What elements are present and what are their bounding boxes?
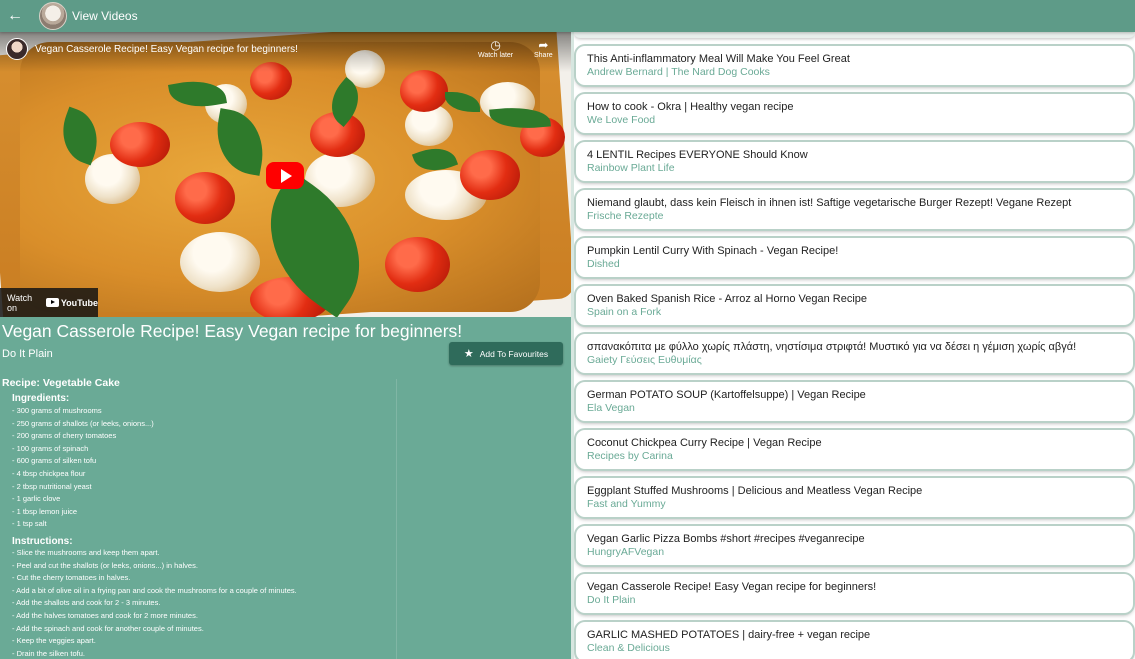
play-icon[interactable] [266, 162, 304, 189]
video-channel: Do It Plain [2, 348, 53, 360]
ingredient-item: - 250 grams of shallots (or leeks, onion… [12, 418, 154, 428]
video-description: Recipe: Vegetable Cake Ingredients: - 30… [0, 375, 571, 659]
video-list-item[interactable]: Coconut Chickpea Curry Recipe | Vegan Re… [576, 430, 1133, 469]
list-top-card-edge [574, 32, 1135, 38]
back-arrow-icon[interactable]: ← [0, 0, 30, 32]
video-list-item[interactable]: Oven Baked Spanish Rice - Arroz al Horno… [576, 286, 1133, 325]
youtube-logo-text: YouTube [60, 297, 98, 308]
video-list-item-title: How to cook - Okra | Healthy vegan recip… [587, 101, 794, 113]
video-list-item-channel: Do It Plain [587, 594, 636, 606]
food-tomato [460, 150, 520, 200]
video-list-item[interactable]: How to cook - Okra | Healthy vegan recip… [576, 94, 1133, 133]
video-list-item[interactable]: Vegan Casserole Recipe! Easy Vegan recip… [576, 574, 1133, 613]
share-label: Share [534, 52, 553, 59]
video-title: Vegan Casserole Recipe! Easy Vegan recip… [2, 321, 463, 341]
video-player[interactable]: Vegan Casserole Recipe! Easy Vegan recip… [0, 32, 571, 317]
app-bar: ← View Videos [0, 0, 1135, 32]
video-list-item-channel: Rainbow Plant Life [587, 162, 675, 174]
video-list-item[interactable]: Eggplant Stuffed Mushrooms | Delicious a… [576, 478, 1133, 517]
video-list-item[interactable]: German POTATO SOUP (Kartoffelsuppe) | Ve… [576, 382, 1133, 421]
video-list-item-title: German POTATO SOUP (Kartoffelsuppe) | Ve… [587, 389, 866, 401]
video-overlay-title[interactable]: Vegan Casserole Recipe! Easy Vegan recip… [35, 44, 298, 55]
ingredient-item: - 300 grams of mushrooms [12, 406, 102, 415]
ingredient-item: - 100 grams of spinach [12, 443, 89, 453]
video-list-item-channel: Clean & Delicious [587, 642, 670, 654]
add-to-favourites-button[interactable]: ★ Add To Favourites [449, 342, 563, 365]
food-tomato [385, 237, 450, 292]
ingredient-item: - 600 grams of silken tofu [12, 456, 97, 466]
ingredient-item: - 2 tbsp nutritional yeast [12, 481, 92, 491]
ingredient-item: - 4 tbsp chickpea flour [12, 468, 86, 478]
description-divider [396, 379, 397, 659]
video-list-item-channel: HungryAFVegan [587, 546, 665, 558]
instruction-item: - Add the shallots and cook for 2 - 3 mi… [12, 598, 161, 608]
video-list[interactable]: This Anti-inflammatory Meal Will Make Yo… [574, 32, 1135, 659]
video-list-item-title: Eggplant Stuffed Mushrooms | Delicious a… [587, 485, 923, 497]
video-list-item-channel: Ela Vegan [587, 402, 635, 414]
watch-on-youtube-button[interactable]: Watch on YouTube [0, 288, 98, 317]
instructions-list: - Slice the mushrooms and keep them apar… [12, 547, 297, 659]
video-list-item-channel: Gaiety Γεύσεις Ευθυμίας [587, 354, 702, 366]
video-list-item[interactable]: σπανακόπιτα με φύλλο χωρίς πλάστη, νηστί… [576, 334, 1133, 373]
instruction-item: - Add the halves tomatoes and cook for 2… [12, 610, 198, 620]
video-list-item-title: 4 LENTIL Recipes EVERYONE Should Know [587, 149, 808, 161]
video-list-item-channel: Dished [587, 258, 620, 270]
instruction-item: - Peel and cut the shallots (or leeks, o… [12, 560, 198, 570]
ingredients-heading: Ingredients: [12, 393, 70, 404]
video-list-item-title: Oven Baked Spanish Rice - Arroz al Horno… [587, 293, 868, 305]
video-list-item-title: This Anti-inflammatory Meal Will Make Yo… [587, 53, 850, 65]
video-list-item-title: σπανακόπιτα με φύλλο χωρίς πλάστη, νηστί… [587, 341, 1077, 353]
watch-later-button[interactable]: ◷ Watch later [478, 38, 513, 59]
instruction-item: - Drain the silken tofu. [12, 648, 85, 658]
video-list-item[interactable]: This Anti-inflammatory Meal Will Make Yo… [576, 46, 1133, 85]
video-list-item[interactable]: Niemand glaubt, dass kein Fleisch in ihn… [576, 190, 1133, 229]
food-tomato [110, 122, 170, 167]
video-list-item[interactable]: Pumpkin Lentil Curry With Spinach - Vega… [576, 238, 1133, 277]
video-list-item-channel: Recipes by Carina [587, 450, 673, 462]
instruction-item: - Keep the veggies apart. [12, 636, 96, 646]
youtube-logo: YouTube [45, 297, 98, 308]
clock-icon: ◷ [490, 38, 501, 52]
food-tomato [175, 172, 235, 224]
ingredient-item: - 1 tsp salt [12, 519, 47, 529]
share-icon: ➦ [538, 38, 549, 52]
instruction-item: - Cut the cherry tomatoes in halves. [12, 573, 131, 583]
video-list-item-channel: Frische Rezepte [587, 210, 664, 222]
video-list-item-channel: Fast and Yummy [587, 498, 666, 510]
watch-on-label: Watch on [7, 292, 33, 313]
avatar[interactable] [39, 2, 67, 30]
recipe-title: Recipe: Vegetable Cake [2, 377, 120, 389]
video-list-item-title: Vegan Casserole Recipe! Easy Vegan recip… [587, 581, 877, 593]
food-onion [180, 232, 260, 292]
add-to-favourites-label: Add To Favourites [479, 348, 549, 359]
ingredient-item: - 1 tbsp lemon juice [12, 506, 78, 516]
ingredients-list: - 300 grams of mushrooms - 250 grams of … [12, 405, 154, 531]
instruction-item: - Slice the mushrooms and keep them apar… [12, 548, 160, 557]
instruction-item: - Add a bit of olive oil in a frying pan… [12, 585, 297, 595]
video-list-item-channel: Spain on a Fork [587, 306, 662, 318]
video-list-item-title: Niemand glaubt, dass kein Fleisch in ihn… [587, 197, 1072, 209]
video-list-item-channel: Andrew Bernard | The Nard Dog Cooks [587, 66, 770, 78]
video-list-item[interactable]: GARLIC MASHED POTATOES | dairy-free + ve… [576, 622, 1133, 659]
share-button[interactable]: ➦ Share [534, 38, 553, 59]
page-title: View Videos [72, 9, 138, 23]
video-list-item-title: GARLIC MASHED POTATOES | dairy-free + ve… [587, 629, 871, 641]
ingredient-item: - 1 garlic clove [12, 494, 61, 504]
ingredient-item: - 200 grams of cherry tomatoes [12, 431, 117, 441]
video-list-item[interactable]: Vegan Garlic Pizza Bombs #short #recipes… [576, 526, 1133, 565]
video-list-item-title: Coconut Chickpea Curry Recipe | Vegan Re… [587, 437, 822, 449]
channel-avatar[interactable] [6, 38, 28, 60]
video-list-item-title: Vegan Garlic Pizza Bombs #short #recipes… [587, 533, 865, 545]
watch-later-label: Watch later [478, 52, 514, 59]
video-detail-panel: Vegan Casserole Recipe! Easy Vegan recip… [0, 32, 571, 659]
star-icon: ★ [463, 348, 474, 360]
instruction-item: - Add the spinach and cook for another c… [12, 623, 204, 633]
video-list-item-title: Pumpkin Lentil Curry With Spinach - Vega… [587, 245, 839, 257]
video-list-item-channel: We Love Food [587, 114, 656, 126]
food-tomato [400, 70, 448, 112]
instructions-heading: Instructions: [12, 536, 73, 547]
video-list-item[interactable]: 4 LENTIL Recipes EVERYONE Should Know Ra… [576, 142, 1133, 181]
